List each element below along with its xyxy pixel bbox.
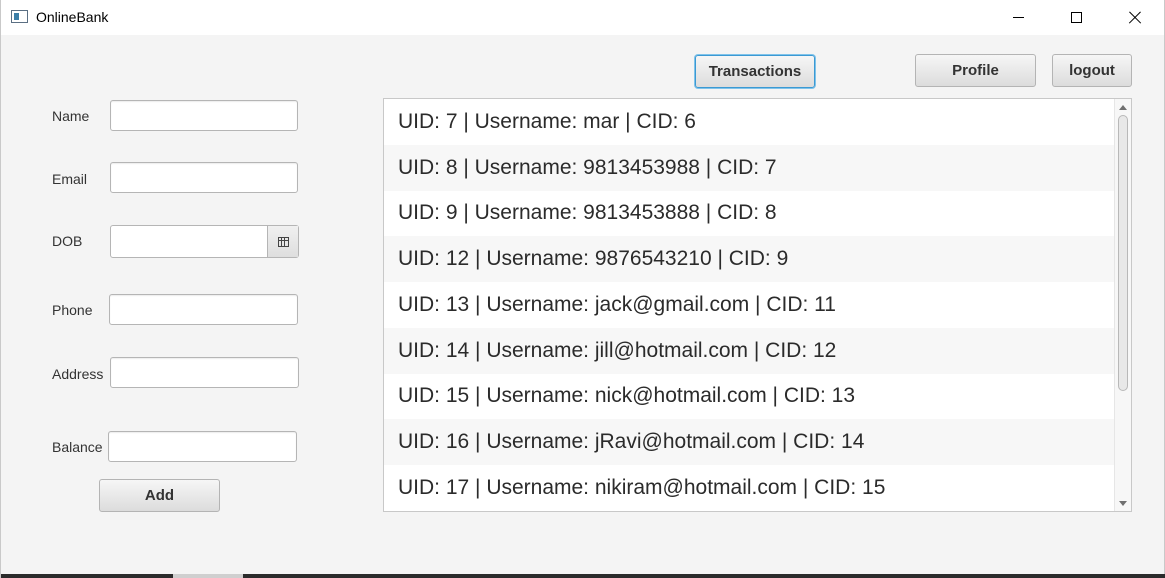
logout-button[interactable]: logout bbox=[1052, 54, 1132, 87]
calendar-button[interactable] bbox=[267, 226, 298, 257]
scroll-up-button[interactable] bbox=[1119, 103, 1127, 111]
arrow-down-icon bbox=[1119, 500, 1127, 506]
profile-button[interactable]: Profile bbox=[915, 54, 1036, 87]
list-item[interactable]: UID: 7 | Username: mar | CID: 6 bbox=[384, 99, 1114, 145]
calendar-icon bbox=[277, 236, 289, 247]
maximize-icon bbox=[1070, 12, 1082, 23]
address-field[interactable] bbox=[110, 357, 299, 388]
vertical-scrollbar[interactable] bbox=[1114, 99, 1131, 511]
email-field[interactable] bbox=[110, 162, 298, 193]
close-icon bbox=[1127, 11, 1141, 25]
email-label: Email bbox=[52, 171, 88, 187]
list-item[interactable]: UID: 13 | Username: jack@gmail.com | CID… bbox=[384, 282, 1114, 328]
minimize-button[interactable] bbox=[989, 0, 1047, 35]
list-item[interactable]: UID: 8 | Username: 9813453988 | CID: 7 bbox=[384, 144, 1114, 191]
phone-label: Phone bbox=[52, 302, 93, 318]
name-label: Name bbox=[52, 108, 90, 124]
window-title: OnlineBank bbox=[36, 9, 109, 25]
title-bar: OnlineBank bbox=[1, 0, 1164, 35]
user-list[interactable]: UID: 7 | Username: mar | CID: 6 UID: 8 |… bbox=[383, 98, 1132, 512]
list-item[interactable]: UID: 14 | Username: jill@hotmail.com | C… bbox=[384, 327, 1114, 374]
scrollbar-thumb[interactable] bbox=[1118, 115, 1128, 391]
phone-field[interactable] bbox=[109, 294, 298, 325]
close-button[interactable] bbox=[1105, 0, 1163, 35]
list-item[interactable]: UID: 16 | Username: jRavi@hotmail.com | … bbox=[384, 419, 1114, 465]
maximize-button[interactable] bbox=[1047, 0, 1105, 35]
list-item[interactable]: UID: 9 | Username: 9813453888 | CID: 8 bbox=[384, 190, 1114, 237]
balance-label: Balance bbox=[52, 439, 103, 455]
add-button[interactable]: Add bbox=[99, 479, 220, 512]
dob-date-picker bbox=[110, 225, 299, 258]
address-label: Address bbox=[52, 366, 104, 382]
app-window: OnlineBank Name Email DOB Phone Address … bbox=[0, 0, 1165, 578]
balance-field[interactable] bbox=[108, 431, 297, 462]
list-item[interactable]: UID: 15 | Username: nick@hotmail.com | C… bbox=[384, 373, 1114, 420]
taskbar-indicator bbox=[173, 574, 243, 578]
list-item[interactable]: UID: 12 | Username: 9876543210 | CID: 9 bbox=[384, 236, 1114, 282]
dob-field[interactable] bbox=[111, 226, 267, 257]
dob-label: DOB bbox=[52, 233, 83, 249]
app-icon bbox=[11, 10, 28, 23]
list-item[interactable]: UID: 17 | Username: nikiram@hotmail.com … bbox=[384, 465, 1114, 511]
minimize-icon bbox=[1012, 17, 1024, 18]
arrow-up-icon bbox=[1119, 104, 1127, 110]
transactions-button[interactable]: Transactions bbox=[695, 55, 815, 88]
name-field[interactable] bbox=[110, 100, 298, 131]
scroll-down-button[interactable] bbox=[1119, 499, 1127, 507]
